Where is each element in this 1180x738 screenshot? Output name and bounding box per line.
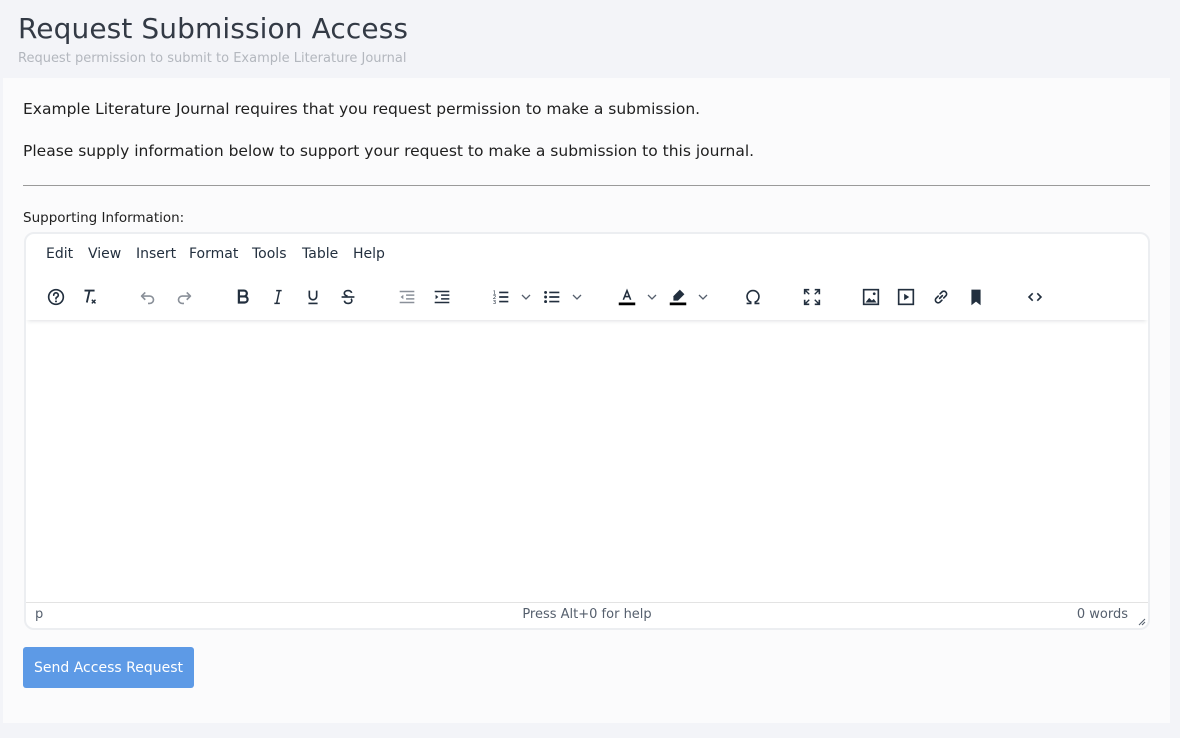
menu-view[interactable]: View [88, 246, 121, 262]
special-character-icon [746, 289, 760, 305]
help-button[interactable] [42, 284, 70, 310]
divider [23, 185, 1150, 186]
editor-toolbar: 123 [26, 276, 1148, 320]
insert-media-button[interactable] [892, 284, 920, 310]
numbered-list-dropdown[interactable] [519, 284, 533, 310]
request-card: Example Literature Journal requires that… [3, 78, 1170, 723]
underline-icon [308, 290, 318, 305]
strikethrough-icon [341, 289, 355, 305]
menu-tools[interactable]: Tools [252, 246, 287, 262]
send-access-request-button[interactable]: Send Access Request [23, 647, 194, 688]
highlight-color-icon [669, 289, 687, 306]
bookmark-button[interactable] [962, 284, 990, 310]
bullet-list-dropdown[interactable] [570, 284, 584, 310]
insert-link-button[interactable] [927, 284, 955, 310]
italic-icon [274, 289, 282, 305]
text-color-dropdown[interactable] [645, 284, 659, 310]
highlight-color-dropdown[interactable] [696, 284, 710, 310]
resize-handle-icon[interactable] [1136, 616, 1146, 626]
underline-button[interactable] [299, 284, 327, 310]
svg-text:3: 3 [493, 300, 497, 306]
insert-image-button[interactable] [857, 284, 885, 310]
rich-text-editor: Edit View Insert Format Tools Table Help [24, 232, 1150, 630]
instruction-text: Please supply information below to suppo… [23, 142, 755, 160]
image-icon [862, 288, 880, 306]
source-code-button[interactable] [1021, 284, 1049, 310]
highlight-color-button[interactable] [664, 284, 692, 310]
intro-text: Example Literature Journal requires that… [23, 100, 701, 118]
text-color-icon [618, 288, 636, 306]
outdent-button[interactable] [393, 284, 421, 310]
menu-format[interactable]: Format [189, 246, 238, 262]
bullet-list-button[interactable] [538, 284, 566, 310]
menu-edit[interactable]: Edit [46, 246, 73, 262]
menu-insert[interactable]: Insert [136, 246, 176, 262]
chevron-down-icon [698, 294, 708, 300]
fullscreen-button[interactable] [798, 284, 826, 310]
special-character-button[interactable] [739, 284, 767, 310]
editor-statusbar: p Press Alt+0 for help 0 words [26, 602, 1148, 628]
italic-button[interactable] [264, 284, 292, 310]
accessibility-help-text: Press Alt+0 for help [522, 607, 652, 622]
numbered-list-button[interactable]: 123 [487, 284, 515, 310]
undo-button[interactable] [134, 284, 162, 310]
strikethrough-button[interactable] [334, 284, 362, 310]
redo-icon [177, 291, 192, 305]
chevron-down-icon [572, 294, 582, 300]
clear-format-button[interactable] [76, 284, 104, 310]
undo-icon [140, 291, 155, 305]
menu-table[interactable]: Table [302, 246, 338, 262]
menu-help[interactable]: Help [353, 246, 385, 262]
fullscreen-icon [803, 288, 821, 306]
clear-format-icon [84, 289, 97, 304]
page-title: Request Submission Access [18, 12, 409, 45]
bold-icon [237, 289, 249, 304]
indent-icon [434, 290, 450, 304]
bold-button[interactable] [229, 284, 257, 310]
media-icon [897, 288, 915, 306]
word-count[interactable]: 0 words [1077, 607, 1128, 622]
bullet-list-icon [544, 290, 560, 304]
outdent-icon [399, 290, 415, 304]
redo-button[interactable] [170, 284, 198, 310]
page-header: Request Submission Access Request permis… [18, 12, 408, 66]
chevron-down-icon [521, 294, 531, 300]
link-icon [934, 290, 948, 304]
source-code-icon [1027, 292, 1043, 302]
text-color-button[interactable] [613, 284, 641, 310]
numbered-list-icon: 123 [493, 290, 509, 306]
editor-content-area[interactable] [26, 322, 1148, 604]
indent-button[interactable] [428, 284, 456, 310]
editor-menubar: Edit View Insert Format Tools Table Help [26, 234, 1148, 274]
help-icon [47, 288, 65, 306]
chevron-down-icon [647, 294, 657, 300]
supporting-info-label: Supporting Information: [23, 210, 185, 226]
page-subtitle: Request permission to submit to Example … [18, 51, 407, 66]
bookmark-icon [971, 289, 981, 306]
